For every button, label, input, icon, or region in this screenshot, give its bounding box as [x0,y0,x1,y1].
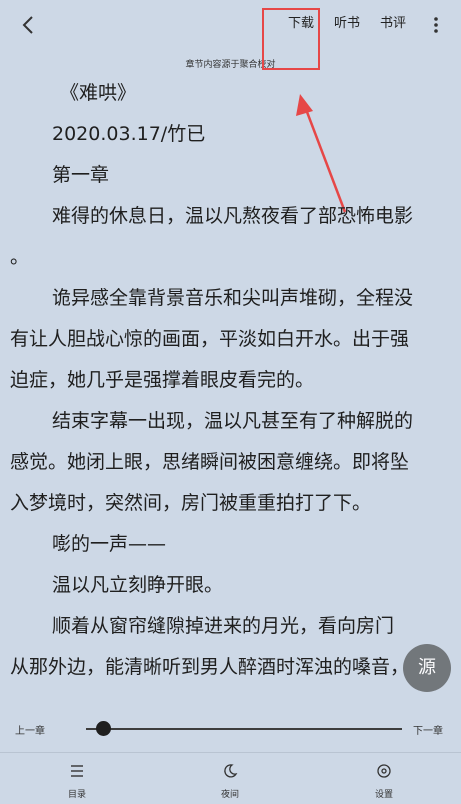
content-line: 迫症，她几乎是强撑着眼皮看完的。 [10,369,315,391]
listen-button[interactable]: 听书 [334,14,360,34]
chapter-slider-row: 上一章 下一章 [0,712,461,746]
nav-catalog-label: 目录 [67,790,86,800]
review-button[interactable]: 书评 [380,14,406,34]
annotation-highlight-box [262,8,320,70]
content-line: 顺着从窗帘缝隙掉进来的月光，看向房门 [52,615,395,637]
more-vertical-icon [434,17,438,33]
nav-catalog[interactable]: 目录 [37,753,117,803]
content-line: 难得的休息日，温以凡熬夜看了部恐怖电影 [52,205,414,227]
more-options-button[interactable] [426,12,446,38]
content-line: 感觉。她闭上眼，思绪瞬间被困意缠绕。即将坠 [10,451,410,473]
back-button[interactable] [14,11,42,39]
content-line: 2020.03.17/竹已 [52,123,206,145]
content-line: 。 [10,246,30,268]
content-line: 温以凡立刻睁开眼。 [52,574,224,596]
top-toolbar: 下载 听书 书评 [0,0,461,50]
menu-list-icon [71,765,83,777]
prev-chapter-button[interactable]: 上一章 [15,722,45,737]
source-button[interactable]: 源 [403,644,451,692]
chapter-progress-track[interactable] [86,728,402,730]
content-line: 有让人胆战心惊的画面，平淡如白开水。出于强 [10,328,410,350]
content-line: 嘭的一声—— [52,533,167,555]
nav-night-mode-label: 夜间 [220,790,239,800]
content-line: 诡异感全靠背景音乐和尖叫声堆砌，全程没 [52,287,414,309]
nav-night-mode[interactable]: 夜间 [190,753,270,803]
content-line: 入梦境时，突然间，房门被重重拍打了下。 [10,492,372,514]
bottom-navigation: 目录 夜间 设置 [0,752,461,804]
moon-icon [224,764,238,778]
content-line: 结束字幕一出现，温以凡甚至有了种解脱的 [52,410,414,432]
chapter-progress-handle[interactable] [95,721,111,736]
content-line: 从那外边，能清晰听到男人醉酒时浑浊的嗓音， [10,656,410,678]
book-title-line: 《难哄》 [60,82,137,104]
chevron-left-icon [22,16,33,34]
nav-settings[interactable]: 设置 [344,753,424,803]
next-chapter-button[interactable]: 下一章 [413,722,443,737]
chapter-source-note: 章节内容源于聚合校对 [185,60,276,70]
nav-settings-label: 设置 [374,790,393,800]
settings-circle-icon [377,764,391,778]
content-line: 第一章 [52,164,110,186]
